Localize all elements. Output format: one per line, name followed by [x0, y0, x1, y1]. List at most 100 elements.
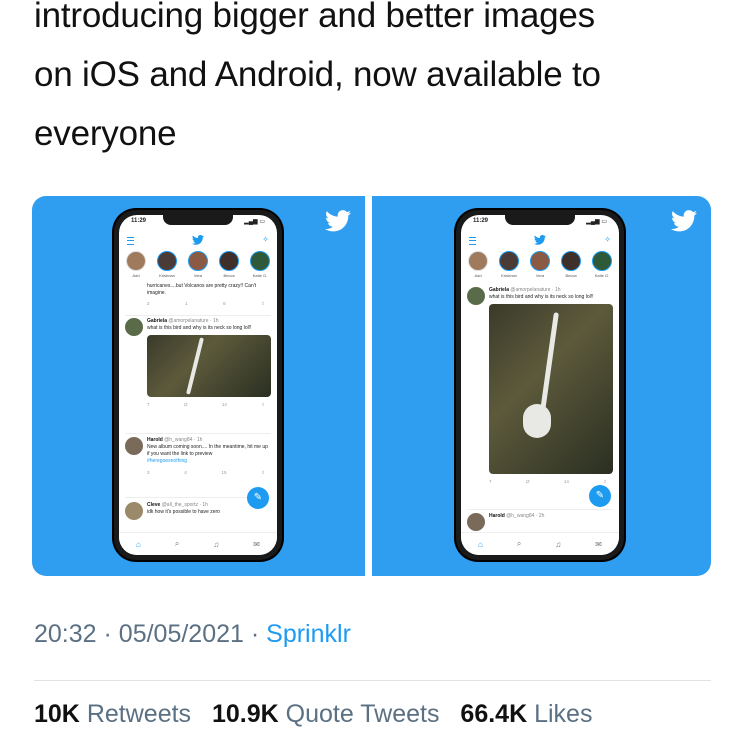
bird-neck-shape [186, 337, 204, 395]
likes-link[interactable]: 66.4K Likes [460, 700, 592, 728]
quote-tweets-label: Quote Tweets [285, 700, 440, 728]
status-time: 11:29 [473, 218, 489, 224]
fleets-row: Add Krishnan Vera Becca Katie G. [467, 251, 613, 278]
retweets-count: 10K [34, 700, 80, 728]
tweet-handle: @h_wang84 · 1h [164, 437, 203, 443]
retweet-icon: ⇄ [183, 402, 188, 407]
tweet-photo [489, 304, 613, 474]
tweet-partial: hurricanes....but Volcanos are pretty cr… [125, 283, 271, 316]
retweets-label: Retweets [86, 700, 192, 728]
tweet-author: Gabriela [147, 318, 168, 324]
search-icon: ⌕ [516, 539, 522, 548]
like-count: 14 [563, 479, 569, 484]
engagement-stats: 10K Retweets 10.9K Quote Tweets 66.4K Li… [34, 700, 606, 729]
quote-tweets-link[interactable]: 10.9K Quote Tweets [212, 700, 439, 728]
tweet-handle: @all_the_sportz · 1h [161, 502, 208, 508]
tweet-harold: Harold @h_wang84 · 2h [467, 513, 613, 531]
avatar [125, 318, 143, 336]
tweet-actions: 7 ⇄ 14 ⇧ [489, 478, 607, 485]
fleet-name: Katie G. [252, 273, 268, 278]
tweet-hashtag: #heregoesnothing [147, 458, 188, 464]
like-count: 14 [221, 402, 227, 407]
app-topbar: ✧ [127, 235, 269, 247]
retweet-count: 1 [185, 301, 188, 306]
reply-count: 7 [489, 479, 492, 484]
tweet-actions: 7 ⇄ 14 ⇧ [147, 401, 265, 408]
status-bar: 11:29 ▂▄▆ ▭ [473, 218, 607, 225]
fleet-item: Add [467, 251, 489, 278]
fleet-item: Krishnan [156, 251, 178, 278]
avatar [188, 251, 208, 271]
fleet-item: Katie G. [591, 251, 613, 278]
bottom-tabbar: ⌂ ⌕ ♫ ✉ [461, 532, 619, 555]
fleet-item: Add [125, 251, 147, 278]
tweet-date[interactable]: 05/05/2021 [119, 620, 244, 648]
mail-icon: ✉ [595, 539, 602, 549]
tweet-handle: @amorpelanature · 1h [168, 318, 219, 324]
twitter-bird-icon [325, 210, 351, 232]
fleet-name: Becca [223, 273, 235, 278]
tweet-source-link[interactable]: Sprinklr [266, 620, 351, 648]
search-icon: ⌕ [174, 539, 180, 548]
likes-count: 66.4K [460, 700, 528, 728]
tweet-handle: @amorpelanature · 1h [510, 287, 561, 293]
avatar [467, 287, 485, 305]
menu-icon [469, 237, 476, 245]
avatar [592, 251, 612, 271]
retweet-count: 4 [184, 470, 187, 475]
tweet-header: Harold @h_wang84 · 2h [489, 513, 613, 520]
avatar [219, 251, 239, 271]
share-icon: ⇧ [261, 470, 265, 475]
sparkle-icon: ✧ [262, 235, 269, 244]
sparkle-icon: ✧ [604, 235, 611, 244]
phone-frame: 11:29 ▂▄▆ ▭ ✧ Add Krishnan Vera Becca Ka… [114, 210, 282, 560]
tweet-header: Harold @h_wang84 · 1h [147, 437, 271, 444]
bird-neck-shape [540, 312, 559, 412]
avatar [468, 251, 488, 271]
menu-icon [127, 237, 134, 245]
media-image-1[interactable]: 11:29 ▂▄▆ ▭ ✧ Add Krishnan Vera Becca Ka… [32, 196, 365, 576]
fleet-name: Add [132, 273, 140, 278]
avatar [125, 437, 143, 455]
tweet-actions: 2 1 8 ⇧ [147, 301, 265, 307]
avatar [530, 251, 550, 271]
divider [34, 680, 711, 681]
tweet-author: Harold [147, 437, 163, 443]
tweet-author: Harold [489, 513, 505, 519]
tweet-photo [147, 335, 271, 397]
avatar [250, 251, 270, 271]
phone-screen: 11:29 ▂▄▆ ▭ ✧ Add Krishnan Vera Becca Ka… [119, 215, 277, 555]
fleet-name: Krishnan [501, 273, 517, 278]
compose-button: ✎ [589, 485, 611, 507]
quote-tweets-count: 10.9K [212, 700, 279, 728]
fleet-item: Vera [187, 251, 209, 278]
phone-screen: 11:29 ▂▄▆ ▭ ✧ Add Krishnan Vera Becca Ka… [461, 215, 619, 555]
avatar [499, 251, 519, 271]
tweet-meta: 20:32 · 05/05/2021 · Sprinklr [34, 620, 351, 649]
app-topbar: ✧ [469, 235, 611, 247]
fleet-name: Katie G. [594, 273, 610, 278]
tweet-text-line-2: on iOS and Android, now available to [34, 55, 601, 94]
media-image-2[interactable]: 11:29 ▂▄▆ ▭ ✧ Add Krishnan Vera Becca Ka… [372, 196, 711, 576]
twitter-bird-icon [671, 210, 697, 232]
retweets-link[interactable]: 10K Retweets [34, 700, 191, 728]
fleet-item: Becca [218, 251, 240, 278]
mail-icon: ✉ [253, 539, 260, 549]
fleet-item: Katie G. [249, 251, 271, 278]
tweet-actions: 3 4 15 ⇧ [147, 469, 265, 476]
home-icon: ⌂ [477, 539, 483, 549]
tweet-author: Gabriela [489, 287, 510, 293]
retweet-icon: ⇄ [525, 479, 530, 484]
tweet-harold: Harold @h_wang84 · 1h New album coming s… [125, 437, 271, 498]
tweet-body: hurricanes....but Volcanos are pretty cr… [147, 283, 257, 296]
tweet-body: idk how it's possible to have zero [147, 509, 220, 515]
like-count: 15 [221, 470, 227, 475]
tweet-author: Cleve [147, 502, 161, 508]
status-bar: 11:29 ▂▄▆ ▭ [131, 218, 265, 225]
twitter-bird-icon [192, 235, 204, 245]
tweet-time: 20:32 [34, 620, 97, 648]
share-icon: ⇧ [603, 479, 607, 484]
tweet-handle: @h_wang84 · 2h [506, 513, 545, 519]
reply-count: 7 [147, 402, 150, 407]
bell-icon: ♫ [213, 539, 220, 549]
